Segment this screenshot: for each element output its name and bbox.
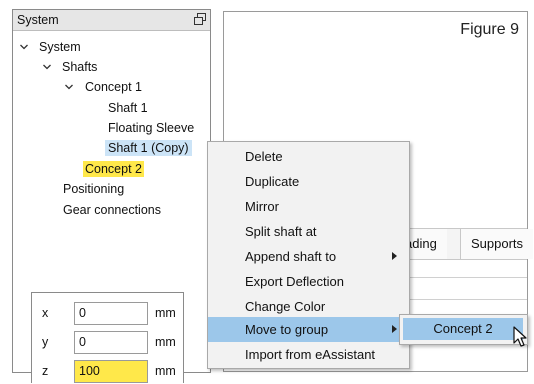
menu-item-label: Mirror	[245, 199, 279, 214]
coord-row-x: x 0 mm	[32, 301, 183, 326]
z-input[interactable]: 100	[74, 360, 148, 383]
tree-item-system[interactable]: System	[39, 39, 81, 55]
y-input[interactable]: 0	[74, 331, 148, 354]
mouse-cursor-icon	[513, 326, 527, 347]
menu-item-label: Change Color	[245, 299, 326, 314]
tree-item-gear-connections[interactable]: Gear connections	[63, 202, 161, 218]
coordinates-panel: x 0 mm y 0 mm z 100 mm	[31, 292, 184, 383]
menu-item-label: Export Deflection	[245, 274, 344, 289]
float-window-icon[interactable]	[194, 13, 206, 25]
menu-item-label: Split shaft at	[245, 224, 317, 239]
z-label: z	[42, 364, 49, 378]
tree-item-floating-sleeve[interactable]: Floating Sleeve	[108, 120, 194, 136]
submenu: Concept 2	[399, 314, 528, 345]
figure-label: Figure 9	[460, 21, 519, 38]
chevron-down-icon[interactable]	[64, 82, 74, 92]
tree-item-concept-1[interactable]: Concept 1	[85, 79, 142, 95]
menu-item-export-deflection[interactable]: Export Deflection	[208, 269, 409, 294]
x-unit: mm	[155, 306, 176, 320]
submenu-item-concept-2[interactable]: Concept 2	[403, 318, 523, 340]
submenu-item-label: Concept 2	[433, 321, 493, 336]
menu-item-move-to-group[interactable]: Move to group	[208, 317, 409, 342]
y-label: y	[42, 335, 49, 349]
menu-item-label: Append shaft to	[245, 249, 337, 264]
menu-item-change-color[interactable]: Change Color	[208, 294, 409, 319]
menu-item-mirror[interactable]: Mirror	[208, 194, 409, 219]
tree-item-concept-2[interactable]: Concept 2	[83, 161, 144, 177]
menu-item-label: Delete	[245, 149, 283, 164]
submenu-arrow-icon	[392, 252, 397, 260]
x-label: x	[42, 306, 49, 320]
menu-item-label: Move to group	[245, 322, 329, 337]
y-unit: mm	[155, 335, 176, 349]
menu-item-label: Duplicate	[245, 174, 300, 189]
x-value: 0	[79, 306, 86, 320]
chevron-down-icon[interactable]	[42, 62, 52, 72]
panel-title: System	[17, 13, 59, 27]
tree-item-shafts[interactable]: Shafts	[62, 59, 97, 75]
y-value: 0	[79, 335, 86, 349]
tree-item-shaft-1-copy[interactable]: Shaft 1 (Copy)	[105, 140, 192, 156]
menu-item-import-from-eassistant[interactable]: Import from eAssistant	[208, 342, 409, 367]
menu-item-label: Import from eAssistant	[245, 347, 376, 362]
menu-item-duplicate[interactable]: Duplicate	[208, 169, 409, 194]
tree-item-positioning[interactable]: Positioning	[63, 181, 124, 197]
z-unit: mm	[155, 364, 176, 378]
menu-item-append-shaft-to[interactable]: Append shaft to	[208, 244, 409, 269]
coord-row-y: y 0 mm	[32, 330, 183, 355]
tab-supports[interactable]: Supports	[460, 229, 534, 259]
x-input[interactable]: 0	[74, 302, 148, 325]
submenu-arrow-icon	[392, 325, 397, 333]
context-menu: Delete Duplicate Mirror Split shaft at A…	[207, 141, 410, 369]
panel-header: System	[13, 10, 210, 31]
chevron-down-icon[interactable]	[19, 42, 29, 52]
menu-item-split-shaft-at[interactable]: Split shaft at	[208, 219, 409, 244]
tree-item-shaft-1[interactable]: Shaft 1	[108, 100, 148, 116]
menu-item-delete[interactable]: Delete	[208, 144, 409, 169]
coord-row-z: z 100 mm	[32, 359, 183, 384]
z-value: 100	[79, 364, 100, 378]
